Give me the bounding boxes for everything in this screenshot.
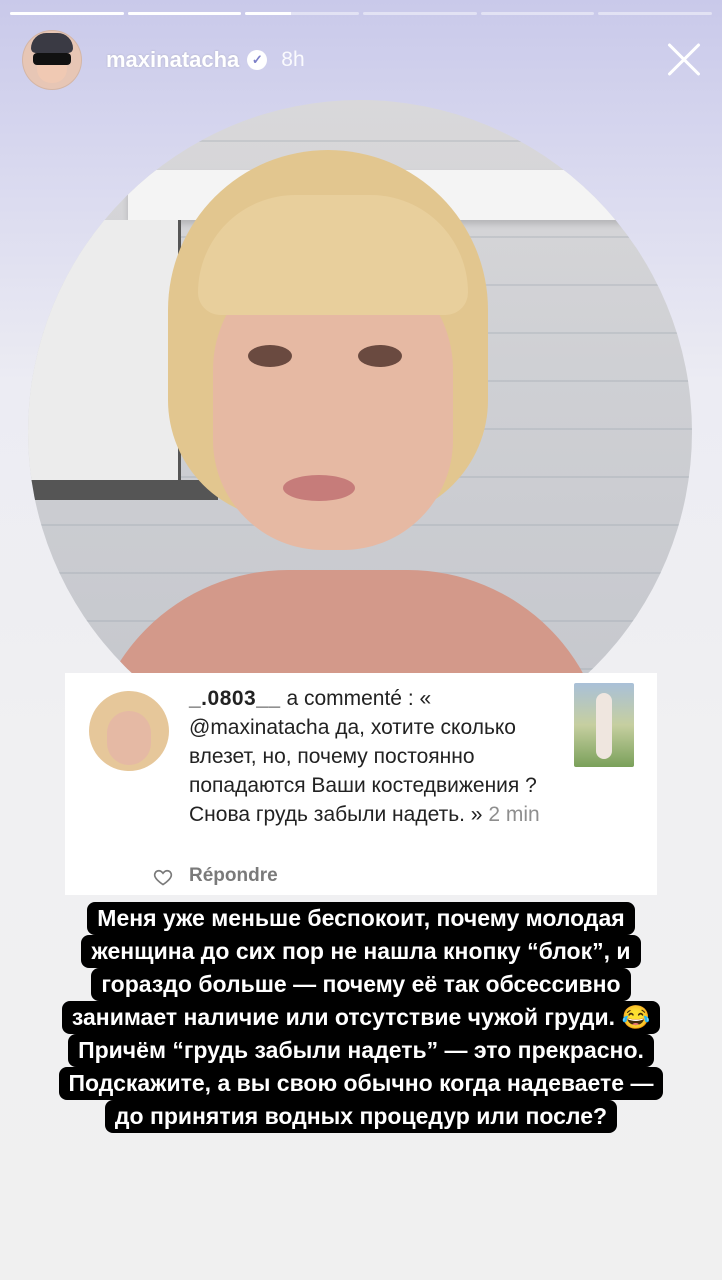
story-progress-segment (10, 12, 124, 15)
verified-badge-icon: ✓ (247, 50, 268, 70)
story-progress (10, 12, 713, 15)
post-time: 8h (281, 48, 305, 71)
heart-icon (153, 869, 173, 886)
username[interactable]: maxinatacha (106, 47, 239, 73)
post-thumbnail (574, 683, 634, 767)
comment-action: a commenté : (286, 687, 414, 710)
commenter-avatar (89, 691, 169, 771)
caption-line: занимает наличие или отсутствие чужой гр… (61, 1001, 661, 1034)
story-progress-segment (363, 12, 477, 15)
profile-avatar[interactable] (22, 30, 82, 90)
story-progress-segment (245, 12, 360, 15)
caption-line: Причём “грудь забыли надеть” — это прекр… (68, 1034, 654, 1067)
story-progress-segment (598, 12, 713, 15)
caption-line: гораздо больше — почему её так обсессивн… (91, 968, 631, 1001)
close-icon[interactable] (664, 40, 704, 80)
caption-line: женщина до сих пор не нашла кнопку “блок… (81, 935, 641, 968)
caption-line: Подскажите, а вы свою обычно когда надев… (58, 1067, 664, 1100)
commenter-username: _.0803__ (189, 687, 281, 710)
comment-body: _.0803__ a commenté : « @maxinatacha да,… (189, 684, 559, 829)
caption-line: Меня уже меньше беспокоит, почему молода… (87, 902, 635, 935)
caption-line: до принятия водных процедур или после? (104, 1100, 618, 1133)
reply-label: Répondre (189, 865, 278, 886)
reply-button: Répondre (153, 865, 278, 887)
story-progress-segment (127, 12, 242, 15)
story-photo (28, 100, 692, 764)
story-progress-segment (480, 12, 595, 15)
story-caption: Меня уже меньше беспокоит, почему молода… (50, 902, 672, 1133)
story-header: maxinatacha ✓ 8h (22, 28, 704, 92)
comment-time: 2 min (488, 803, 540, 826)
comment-card: _.0803__ a commenté : « @maxinatacha да,… (65, 673, 657, 895)
